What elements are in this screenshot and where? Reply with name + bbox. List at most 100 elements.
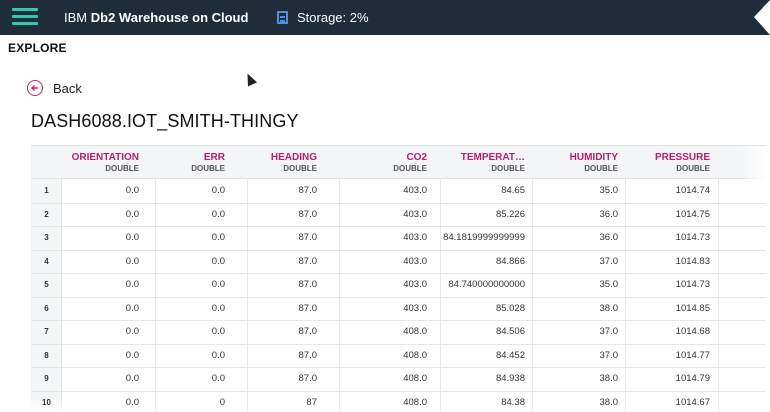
table-cell[interactable]: 36.0 — [534, 209, 619, 220]
table-cell[interactable]: 0.0 — [68, 209, 139, 220]
column-header-6[interactable]: PRESSURE DOUBLE — [623, 152, 710, 173]
table-cell[interactable]: 0.0 — [68, 326, 139, 337]
table-cell[interactable]: 84.38 — [442, 397, 525, 408]
header-fade — [742, 146, 766, 179]
table-cell[interactable]: 84.938 — [442, 373, 525, 384]
table-cell[interactable]: 84.866 — [442, 256, 525, 267]
row-divider — [31, 296, 766, 298]
table-cell[interactable]: 403.0 — [341, 303, 427, 314]
column-type: DOUBLE — [676, 164, 710, 173]
table-cell[interactable]: 403.0 — [341, 209, 427, 220]
table-cell[interactable]: 0.0 — [157, 185, 225, 196]
table-cell[interactable]: 84.452 — [442, 350, 525, 361]
column-header-2[interactable]: HEADING DOUBLE — [245, 152, 317, 173]
table-cell[interactable]: 0.0 — [157, 326, 225, 337]
column-header-1[interactable]: ERR DOUBLE — [153, 152, 225, 173]
table-cell[interactable]: 403.0 — [341, 185, 427, 196]
section-title: EXPLORE — [8, 41, 67, 55]
table-cell[interactable]: 0.0 — [68, 256, 139, 267]
table-cell[interactable]: 84.506 — [442, 326, 525, 337]
table-cell[interactable]: 403.0 — [341, 256, 427, 267]
table-cell[interactable]: 1014.67 — [627, 397, 710, 408]
column-header-3[interactable]: CO2 DOUBLE — [337, 152, 427, 173]
table-cell[interactable]: 84.65 — [442, 185, 525, 196]
table-cell[interactable]: 87.0 — [249, 303, 318, 314]
hamburger-menu-icon[interactable] — [12, 6, 38, 28]
table-cell[interactable]: 87.0 — [249, 279, 318, 290]
storage-icon — [277, 11, 288, 24]
column-type: DOUBLE — [105, 164, 139, 173]
table-cell[interactable]: 38.0 — [534, 373, 619, 384]
table-cell[interactable]: 87.0 — [249, 232, 318, 243]
table-cell[interactable]: 0.0 — [68, 373, 139, 384]
table-cell[interactable]: 1014.73 — [627, 279, 710, 290]
row-number: 9 — [44, 374, 49, 383]
table-cell[interactable]: 85.028 — [442, 303, 525, 314]
table-cell[interactable]: 408.0 — [341, 373, 427, 384]
table-cell[interactable]: 84.740000000000 — [442, 279, 525, 290]
column-name: HEADING — [270, 152, 317, 163]
table-cell[interactable]: 1014.68 — [627, 326, 710, 337]
table-cell[interactable]: 0.0 — [68, 185, 139, 196]
row-number: 7 — [44, 327, 49, 336]
row-divider — [31, 367, 766, 368]
column-header-4[interactable]: TEMPERAT… DOUBLE — [438, 152, 525, 173]
table-cell[interactable]: 0 — [157, 397, 225, 408]
table-cell[interactable]: 408.0 — [341, 350, 427, 361]
table-cell[interactable]: 0.0 — [68, 397, 139, 408]
table-cell[interactable]: 37.0 — [534, 256, 619, 267]
table-cell[interactable]: 0.0 — [157, 209, 225, 220]
table-cell[interactable]: 0.0 — [157, 279, 225, 290]
table-cell[interactable]: 37.0 — [534, 326, 619, 337]
table-cell[interactable]: 1014.74 — [627, 185, 710, 196]
table-cell[interactable]: 84.1819999999999 — [442, 232, 525, 243]
column-name: PRESSURE — [654, 152, 710, 163]
table-cell[interactable]: 87.0 — [249, 326, 318, 337]
table-cell[interactable]: 87.0 — [249, 373, 318, 384]
top-navigation-bar: IBM Db2 Warehouse on Cloud Storage: 2% — [0, 0, 770, 35]
table-cell[interactable]: 1014.75 — [627, 209, 710, 220]
arrow-left-circle-icon — [27, 80, 43, 96]
table-cell[interactable]: 0.0 — [68, 303, 139, 314]
table-cell[interactable]: 1014.77 — [627, 350, 710, 361]
header-notch — [754, 0, 770, 35]
table-cell[interactable]: 1014.79 — [627, 373, 710, 384]
table-cell[interactable]: 38.0 — [534, 397, 619, 408]
column-divider — [718, 179, 719, 412]
table-cell[interactable]: 87.0 — [249, 209, 318, 220]
table-cell[interactable]: 1014.83 — [627, 256, 710, 267]
table-cell[interactable]: 1014.73 — [627, 232, 710, 243]
table-cell[interactable]: 37.0 — [534, 350, 619, 361]
storage-indicator[interactable]: Storage: 2% — [277, 10, 369, 25]
table-cell[interactable]: 0.0 — [157, 373, 225, 384]
table-cell[interactable]: 0.0 — [157, 350, 225, 361]
table-cell[interactable]: 0.0 — [68, 232, 139, 243]
back-button[interactable]: Back — [27, 80, 82, 96]
column-header-5[interactable]: HUMIDITY DOUBLE — [530, 152, 618, 173]
table-cell[interactable]: 85.226 — [442, 209, 525, 220]
table-cell[interactable]: 38.0 — [534, 303, 619, 314]
table-cell[interactable]: 0.0 — [157, 256, 225, 267]
table-cell[interactable]: 87.0 — [249, 350, 318, 361]
table-cell[interactable]: 408.0 — [341, 326, 427, 337]
table-cell[interactable]: 1014.85 — [627, 303, 710, 314]
table-cell[interactable]: 87.0 — [249, 256, 318, 267]
table-cell[interactable]: 0.0 — [157, 303, 225, 314]
table-cell[interactable]: 35.0 — [534, 185, 619, 196]
table-cell[interactable]: 403.0 — [341, 232, 427, 243]
column-type: DOUBLE — [283, 164, 317, 173]
back-label: Back — [53, 80, 82, 96]
table-cell[interactable]: 87 — [249, 397, 317, 408]
table-cell[interactable]: 0.0 — [157, 232, 225, 243]
table-cell[interactable]: 408.0 — [341, 397, 427, 408]
table-cell[interactable]: 0.0 — [68, 350, 139, 361]
table-cell[interactable]: 87.0 — [249, 185, 318, 196]
table-cell[interactable]: 35.0 — [534, 279, 619, 290]
row-number: 2 — [44, 209, 49, 219]
table-cell[interactable]: 36.0 — [534, 232, 619, 243]
table-cell[interactable]: 0.0 — [68, 279, 139, 290]
row-divider — [31, 202, 766, 204]
column-header-0[interactable]: ORIENTATION DOUBLE — [64, 152, 139, 173]
table-cell[interactable]: 403.0 — [341, 279, 427, 290]
row-divider — [31, 390, 766, 392]
